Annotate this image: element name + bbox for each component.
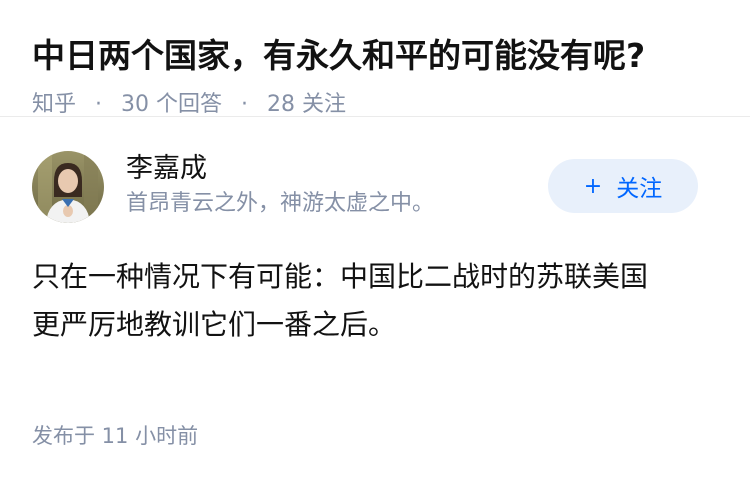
author-headline: 首昂青云之外，神游太虚之中。	[126, 191, 435, 216]
author-row: 李嘉成 首昂青云之外，神游太虚之中。 + 关注	[32, 117, 718, 227]
publish-time: 发布于 11 小时前	[32, 424, 199, 448]
avatar[interactable]	[32, 151, 104, 223]
meta-separator: ·	[241, 92, 249, 117]
answer-content[interactable]: 只在一种情况下有可能：中国比二战时的苏联美国 更严厉地教训它们一番之后。	[32, 253, 712, 349]
question-header: 中日两个国家，有永久和平的可能没有呢? 知乎 · 30 个回答 · 28 关注	[0, 0, 750, 117]
answer-card: 李嘉成 首昂青云之外，神游太虚之中。 + 关注 只在一种情况下有可能：中国比二战…	[0, 117, 750, 349]
follow-button[interactable]: + 关注	[548, 159, 698, 213]
avatar-photo-icon	[32, 151, 104, 223]
question-title[interactable]: 中日两个国家，有永久和平的可能没有呢?	[32, 34, 718, 78]
answer-text-line: 只在一种情况下有可能：中国比二战时的苏联美国	[32, 260, 649, 293]
question-meta: 知乎 · 30 个回答 · 28 关注	[32, 90, 718, 120]
answer-text-line: 更严厉地教训它们一番之后。	[32, 308, 397, 341]
follow-label: 关注	[616, 176, 663, 202]
answer-count[interactable]: 30 个回答	[121, 92, 222, 117]
meta-separator: ·	[95, 92, 103, 117]
source-label[interactable]: 知乎	[32, 92, 76, 117]
plus-icon: +	[583, 173, 603, 199]
author-name[interactable]: 李嘉成	[126, 151, 434, 187]
follower-count[interactable]: 28 关注	[267, 92, 346, 117]
author-info: 李嘉成 首昂青云之外，神游太虚之中。	[126, 151, 434, 219]
